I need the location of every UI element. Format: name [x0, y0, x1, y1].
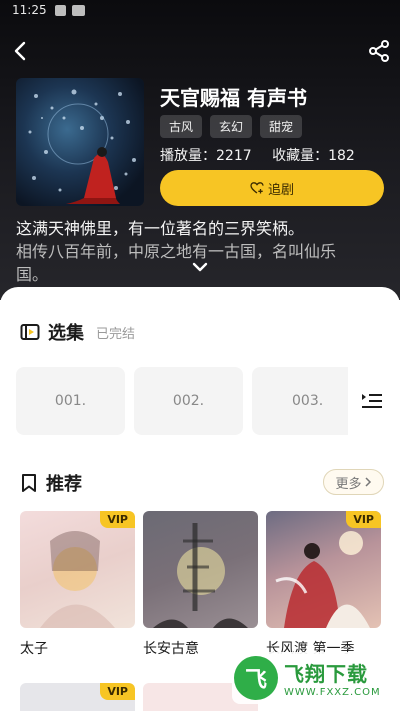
episode-list-button[interactable]: [360, 391, 384, 411]
hero-header: 11:25 天官赐福 有声书 古风 玄幻 甜宠 播放量：2217 收藏量：182…: [0, 0, 400, 300]
completion-status: 已完结: [96, 326, 136, 342]
watermark-logo: 飞 飞翔下载 WWW.FXXZ.COM: [232, 652, 392, 704]
more-button-label: 更多: [335, 476, 362, 492]
recommend-cover-image: [143, 511, 258, 628]
recommend-card[interactable]: 长安古意: [143, 511, 258, 658]
episode-list: 001. 002. 003.: [16, 367, 348, 435]
recommend-list: VIP 太子 长安古意 VIP 长风渡 第一季: [20, 511, 381, 658]
recommend-cover-image: VIP: [20, 511, 135, 628]
episodes-icon: [20, 324, 40, 340]
favorite-count: 收藏量：182: [272, 148, 355, 164]
chevron-down-icon: [192, 262, 208, 272]
follow-button-label: 追剧: [267, 182, 294, 198]
recommend-list-row-2: VIP: [20, 683, 258, 711]
episode-item[interactable]: 002.: [134, 367, 243, 435]
recommend-cover-image: VIP: [266, 511, 381, 628]
list-icon: [362, 394, 382, 408]
gallery-notification-icon: [55, 5, 66, 16]
chevron-right-icon: [364, 477, 371, 487]
tag-item[interactable]: 古风: [160, 115, 203, 138]
share-icon: [369, 40, 389, 62]
recommend-section-title: 推荐: [46, 474, 82, 495]
book-title: 天官赐福 有声书: [160, 86, 307, 110]
vip-badge: VIP: [100, 511, 135, 528]
bookmark-icon: [22, 474, 36, 492]
watermark-logo-mark: 飞: [234, 656, 278, 700]
back-button[interactable]: [8, 38, 34, 64]
recommend-card[interactable]: VIP 太子: [20, 511, 135, 658]
status-time: 11:25: [12, 3, 47, 17]
tag-item[interactable]: 甜宠: [260, 115, 303, 138]
content-sheet: 选集 已完结 001. 002. 003. 推荐 更多 VIP 太子 长安古意 …: [0, 287, 400, 711]
play-count: 播放量：2217: [160, 148, 252, 164]
description-line: 这满天神佛里，有一位著名的三界笑柄。: [16, 219, 305, 238]
recommend-card[interactable]: VIP 长风渡 第一季: [266, 511, 381, 658]
watermark-title: 飞翔下载: [284, 662, 368, 686]
vip-badge: VIP: [346, 511, 381, 528]
book-stats: 播放量：2217 收藏量：182: [160, 145, 371, 165]
recommend-section-header: 推荐: [20, 470, 82, 496]
expand-description-button[interactable]: [190, 260, 210, 274]
more-button[interactable]: 更多: [323, 469, 384, 495]
tag-list: 古风 玄幻 甜宠: [160, 115, 303, 138]
watermark-url: WWW.FXXZ.COM: [284, 687, 381, 698]
episode-item[interactable]: 003.: [252, 367, 348, 435]
recommend-card[interactable]: VIP: [20, 683, 135, 711]
heart-plus-icon: [250, 182, 264, 194]
follow-button[interactable]: 追剧: [160, 170, 384, 206]
back-arrow-icon: [14, 41, 26, 61]
episodes-section-title: 选集: [48, 323, 84, 344]
tag-item[interactable]: 玄幻: [210, 115, 253, 138]
book-cover-image: [16, 78, 144, 206]
status-bar: 11:25: [0, 0, 400, 24]
message-notification-icon: [72, 5, 85, 16]
share-button[interactable]: [366, 38, 392, 64]
episodes-section-header: 选集 已完结: [20, 319, 135, 345]
episode-item[interactable]: 001.: [16, 367, 125, 435]
recommend-title: 太子: [20, 641, 48, 657]
vip-badge: VIP: [100, 683, 135, 700]
